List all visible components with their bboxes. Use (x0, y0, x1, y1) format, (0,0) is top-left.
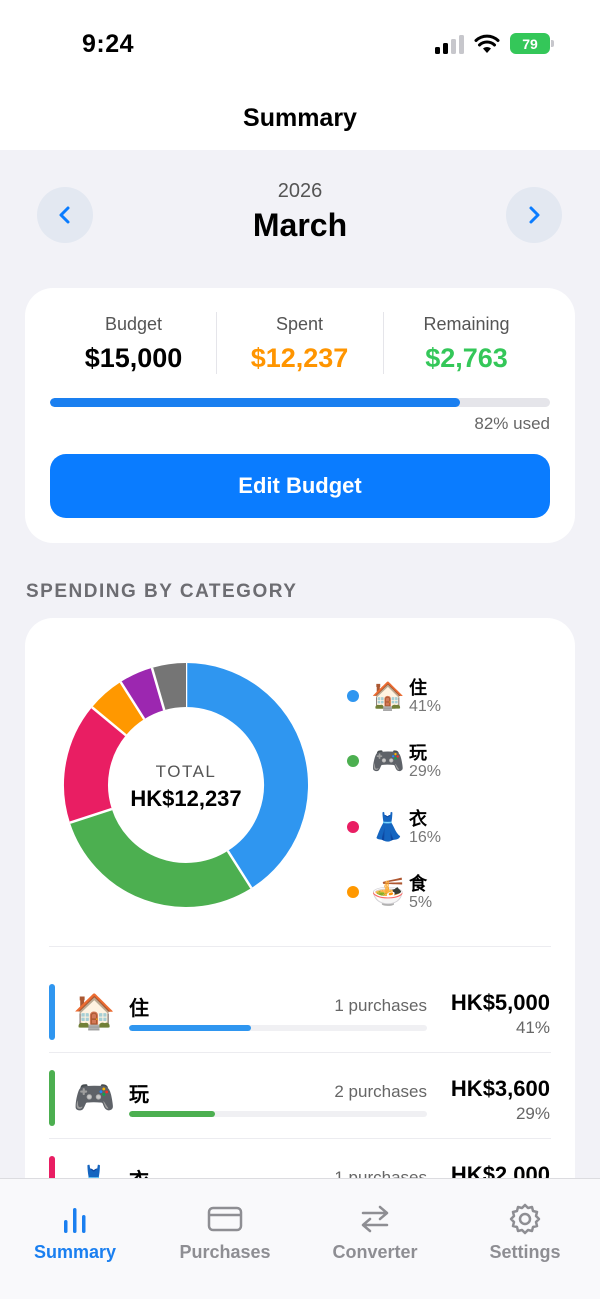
row-divider (49, 1052, 551, 1053)
spent-stat: Spent $12,237 (208, 314, 391, 374)
battery-level: 79 (522, 35, 538, 52)
tab-summary[interactable]: Summary (0, 1179, 150, 1299)
tab-purchases[interactable]: Purchases (150, 1179, 300, 1299)
donut-segment (120, 667, 165, 720)
category-progress-bar (129, 1025, 427, 1031)
budget-stat: Budget $15,000 (42, 314, 225, 374)
spent-label: Spent (275, 314, 324, 334)
tab-purchases-label: Purchases (179, 1242, 271, 1262)
row-divider (49, 1138, 551, 1139)
budget-progress-fill (50, 398, 460, 407)
donut-total-label: TOTAL (155, 762, 217, 781)
legend-name: 玩 (409, 743, 427, 763)
category-amount: HK$3,600 (450, 1076, 550, 1101)
tab-converter-label: Converter (332, 1242, 418, 1262)
next-month-button[interactable] (506, 187, 562, 243)
tab-settings-label: Settings (489, 1242, 561, 1262)
legend-dot (347, 690, 359, 702)
gear-icon (509, 1203, 541, 1235)
purchase-count: 1 purchases (334, 996, 427, 1015)
cellular-signal-icon (435, 34, 464, 54)
tab-converter[interactable]: Converter (300, 1179, 450, 1299)
budget-value: $15,000 (84, 343, 183, 373)
legend-item: 👗 衣 16% (347, 805, 547, 853)
card-divider (49, 946, 551, 947)
tab-settings[interactable]: Settings (450, 1179, 600, 1299)
category-amount: HK$5,000 (450, 990, 550, 1015)
wifi-icon (474, 34, 500, 53)
remaining-label: Remaining (423, 314, 510, 334)
legend-item: 🍜 食 5% (347, 870, 547, 918)
legend-item: 🎮 玩 29% (347, 739, 547, 787)
category-color-bar (49, 1070, 55, 1126)
donut-segment (91, 681, 145, 736)
category-percent: 29% (515, 1104, 550, 1123)
swap-arrows-icon (361, 1205, 389, 1233)
category-name: 玩 (129, 1084, 149, 1106)
category-row[interactable]: 🎮 玩 2 purchases HK$3,600 29% (25, 1068, 575, 1154)
section-header-spending: SPENDING BY CATEGORY (26, 581, 298, 602)
legend-percent: 41% (409, 698, 442, 715)
category-emoji-icon: 🎮 (371, 746, 405, 776)
category-progress-fill (129, 1111, 216, 1117)
status-time: 9:24 (82, 30, 135, 58)
budget-progress-bar (50, 398, 550, 407)
budget-used-text: 82% used (474, 414, 550, 433)
legend-name: 食 (409, 874, 427, 894)
purchase-count: 2 purchases (334, 1082, 427, 1101)
legend-percent: 29% (409, 763, 442, 780)
category-emoji-icon: 🏠 (73, 993, 116, 1031)
card-icon (207, 1206, 243, 1232)
remaining-stat: Remaining $2,763 (375, 314, 558, 374)
chart-bars-icon (64, 1208, 86, 1233)
budget-card: Budget $15,000 Spent $12,237 Remaining $… (25, 288, 575, 543)
legend-dot (347, 821, 359, 833)
chevron-right-icon (529, 206, 540, 224)
status-icons: 79 (435, 33, 554, 54)
category-row[interactable]: 🏠 住 1 purchases HK$5,000 41% (25, 982, 575, 1068)
edit-budget-button[interactable]: Edit Budget (50, 454, 550, 518)
category-emoji-icon: 🎮 (73, 1079, 116, 1117)
category-progress-bar (129, 1111, 427, 1117)
remaining-value: $2,763 (425, 343, 508, 373)
legend-dot (347, 755, 359, 767)
legend-item: 🏠 住 41% (347, 674, 547, 722)
legend-percent: 16% (409, 829, 442, 846)
legend-name: 住 (409, 678, 427, 698)
tab-bar: Summary Purchases Converter Settings (0, 1178, 600, 1299)
category-emoji-icon: 🏠 (371, 681, 405, 711)
category-emoji-icon: 👗 (371, 812, 405, 842)
category-emoji-icon: 🍜 (371, 877, 405, 907)
top-bar: 9:24 79 Summary (0, 0, 600, 150)
legend-name: 衣 (409, 809, 427, 829)
legend-dot (347, 886, 359, 898)
page-title: Summary (243, 104, 357, 132)
budget-label: Budget (104, 314, 163, 334)
category-progress-fill (129, 1025, 252, 1031)
donut-segment (151, 663, 187, 711)
legend-percent: 5% (409, 894, 433, 911)
tab-summary-label: Summary (33, 1242, 117, 1262)
donut-segment (69, 808, 252, 907)
spent-value: $12,237 (250, 343, 349, 373)
category-name: 住 (129, 998, 149, 1020)
category-color-bar (49, 984, 55, 1040)
category-donut-chart (64, 663, 308, 907)
donut-total-value: HK$12,237 (130, 786, 242, 811)
category-percent: 41% (515, 1018, 550, 1037)
battery-indicator: 79 (510, 33, 554, 54)
